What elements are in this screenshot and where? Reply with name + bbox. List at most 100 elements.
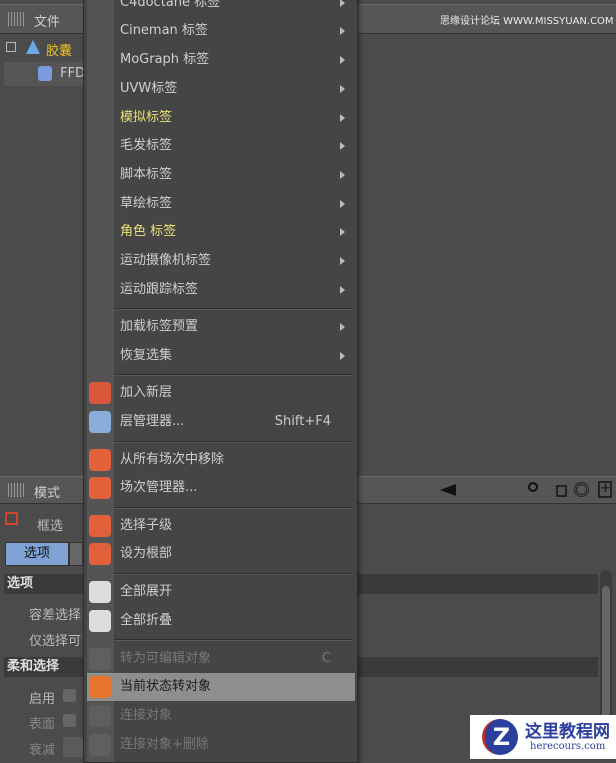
- grip-icon[interactable]: [8, 12, 24, 26]
- menu-item[interactable]: 毛发标签: [87, 132, 355, 160]
- menu-separator: [114, 573, 352, 575]
- surface-checkbox[interactable]: [63, 714, 76, 727]
- submenu-arrow-icon: [340, 200, 345, 208]
- menu-item-label: 恢复选集: [120, 348, 173, 363]
- menu-item[interactable]: 加载标签预置: [87, 313, 355, 341]
- make-editable-icon: [89, 648, 111, 670]
- layer-manager-icon: [89, 411, 111, 433]
- menu-separator: [114, 374, 352, 376]
- submenu-arrow-icon: [340, 257, 345, 265]
- submenu-arrow-icon: [340, 352, 345, 360]
- menu-item[interactable]: Cineman 标签: [87, 17, 355, 45]
- submenu-arrow-icon: [340, 228, 345, 236]
- submenu-arrow-icon: [340, 114, 345, 122]
- menu-item[interactable]: 模拟标签: [87, 104, 355, 132]
- submenu-arrow-icon: [340, 0, 345, 7]
- remove-takes-icon: [89, 449, 111, 471]
- menu-item[interactable]: 角色 标签: [87, 218, 355, 246]
- menu-item-label: 毛发标签: [120, 138, 173, 153]
- new-panel-icon[interactable]: +: [598, 481, 612, 498]
- menu-mode[interactable]: 模式: [34, 482, 60, 501]
- menu-item-label: 加载标签预置: [120, 319, 199, 334]
- menu-item[interactable]: 草绘标签: [87, 190, 355, 218]
- enable-checkbox[interactable]: [63, 689, 76, 702]
- menu-item[interactable]: 全部折叠: [87, 607, 355, 635]
- connect-delete-icon: [89, 734, 111, 756]
- field-visible-only: 仅选择可: [29, 634, 82, 649]
- menu-item-label: 连接对象: [120, 708, 173, 723]
- submenu-arrow-icon: [340, 142, 345, 150]
- field-falloff: 衰减: [29, 743, 56, 758]
- menu-item-label: 设为根部: [120, 546, 173, 561]
- collapse-all-icon: [89, 610, 111, 632]
- tree-label: 胶囊: [46, 44, 73, 59]
- menu-item-label: 模拟标签: [120, 110, 173, 125]
- menu-item[interactable]: UVW标签: [87, 75, 355, 103]
- back-arrow-icon[interactable]: [440, 484, 456, 496]
- menu-item-label: 从所有场次中移除: [120, 452, 225, 467]
- tab-other[interactable]: [69, 542, 83, 566]
- menu-item-label: 脚本标签: [120, 167, 173, 182]
- ffd-icon: [38, 66, 52, 81]
- submenu-arrow-icon: [340, 323, 345, 331]
- capsule-icon: [26, 40, 40, 54]
- tool-label: 框选: [37, 519, 64, 534]
- menu-item-label: 运动摄像机标签: [120, 253, 212, 268]
- menu-item-label: 当前状态转对象: [120, 679, 212, 694]
- menu-item[interactable]: 连接对象+删除: [87, 731, 355, 759]
- tab-options[interactable]: 选项: [5, 542, 69, 566]
- menu-item-label: 运动跟踪标签: [120, 282, 199, 297]
- take-manager-icon: [89, 477, 111, 499]
- logo-url: herecours.com: [530, 741, 606, 752]
- target-icon[interactable]: [574, 482, 589, 497]
- menu-item[interactable]: 运动摄像机标签: [87, 247, 355, 275]
- menu-item-label: 层管理器...: [120, 414, 185, 429]
- lock-icon[interactable]: [556, 485, 567, 497]
- menu-item-label: 全部折叠: [120, 613, 173, 628]
- menu-item-label: MoGraph 标签: [120, 52, 210, 67]
- menu-item-label: 场次管理器...: [120, 480, 198, 495]
- submenu-arrow-icon: [340, 56, 345, 64]
- tree-row-capsule[interactable]: 胶囊: [4, 38, 84, 60]
- expand-icon[interactable]: [6, 42, 16, 52]
- menu-item[interactable]: 加入新层: [87, 379, 355, 407]
- context-menu: C4doctane 标签 Cineman 标签 MoGraph 标签 UVW标签模拟标…: [83, 0, 358, 763]
- menu-item-label: 草绘标签: [120, 196, 173, 211]
- menu-item[interactable]: 恢复选集: [87, 342, 355, 370]
- menu-item[interactable]: MoGraph 标签: [87, 46, 355, 74]
- menu-file[interactable]: 文件: [34, 11, 60, 30]
- submenu-arrow-icon: [340, 85, 345, 93]
- submenu-arrow-icon: [340, 171, 345, 179]
- menu-item[interactable]: 从所有场次中移除: [87, 446, 355, 474]
- search-icon[interactable]: [528, 482, 538, 492]
- connect-icon: [89, 705, 111, 727]
- menu-separator: [114, 308, 352, 310]
- box-select-icon[interactable]: [5, 512, 18, 525]
- tree-row-ffd[interactable]: FFD: [4, 62, 85, 86]
- menu-item[interactable]: 设为根部: [87, 540, 355, 568]
- falloff-dropdown[interactable]: [63, 737, 85, 757]
- menu-separator: [114, 507, 352, 509]
- field-tolerance: 容差选择: [29, 608, 82, 623]
- menu-item[interactable]: 场次管理器...: [87, 474, 355, 502]
- field-enable: 启用: [29, 692, 56, 707]
- menu-item[interactable]: 全部展开: [87, 578, 355, 606]
- menu-item[interactable]: 选择子级: [87, 512, 355, 540]
- current-state-icon: [89, 676, 111, 698]
- select-children-icon: [89, 515, 111, 537]
- logo-title: 这里教程网: [525, 722, 610, 742]
- menu-item[interactable]: 脚本标签: [87, 161, 355, 189]
- set-root-icon: [89, 543, 111, 565]
- menu-item-label: C4doctane 标签: [120, 0, 221, 10]
- menu-item[interactable]: 当前状态转对象: [87, 673, 355, 701]
- menu-item-label: 加入新层: [120, 385, 173, 400]
- menu-item[interactable]: 运动跟踪标签: [87, 276, 355, 304]
- menu-item[interactable]: 层管理器... Shift+F4: [87, 408, 355, 436]
- menu-item[interactable]: 连接对象: [87, 702, 355, 730]
- menu-item-label: Cineman 标签: [120, 23, 208, 38]
- grip-icon[interactable]: [8, 483, 24, 497]
- shortcut-label: C: [321, 651, 331, 666]
- menu-item[interactable]: C4doctane 标签: [87, 0, 355, 17]
- menu-item[interactable]: 转为可编辑对象 C: [87, 645, 355, 673]
- tree-label: FFD: [60, 66, 85, 81]
